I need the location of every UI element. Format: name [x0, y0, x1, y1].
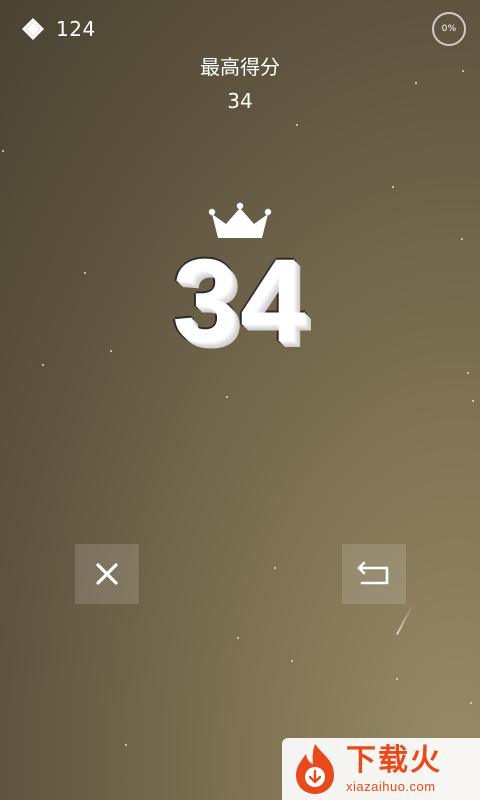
close-icon: [94, 561, 120, 587]
star: [237, 637, 239, 639]
watermark-site: xiazaihuo.com: [346, 778, 436, 794]
star: [415, 82, 417, 84]
flame-logo-icon: [290, 742, 340, 796]
star: [274, 567, 276, 569]
star: [125, 744, 127, 746]
progress-indicator: 0%: [432, 12, 466, 46]
watermark-badge: 下载火 xiazaihuo.com: [282, 738, 480, 800]
star: [472, 400, 474, 402]
star: [226, 396, 228, 398]
watermark-text: 下载火 xiazaihuo.com: [346, 742, 442, 794]
shooting-star: [396, 604, 414, 635]
watermark-title: 下载火: [346, 742, 442, 778]
diamond-icon: [20, 16, 46, 42]
restart-button[interactable]: [342, 544, 406, 604]
best-score-label: 最高得分: [200, 55, 280, 79]
final-score: 34: [172, 235, 308, 367]
star: [396, 678, 398, 680]
best-score-value: 34: [227, 89, 253, 113]
star: [470, 702, 472, 704]
progress-label: 0%: [441, 24, 457, 34]
star: [291, 660, 293, 662]
gem-counter: 124: [20, 16, 96, 42]
close-button[interactable]: [75, 544, 139, 604]
starfield-background: [0, 0, 480, 800]
gem-count: 124: [56, 17, 96, 41]
star: [2, 150, 4, 152]
return-arrow-icon: [356, 560, 392, 588]
star: [296, 124, 298, 126]
star: [392, 186, 394, 188]
star: [467, 372, 469, 374]
